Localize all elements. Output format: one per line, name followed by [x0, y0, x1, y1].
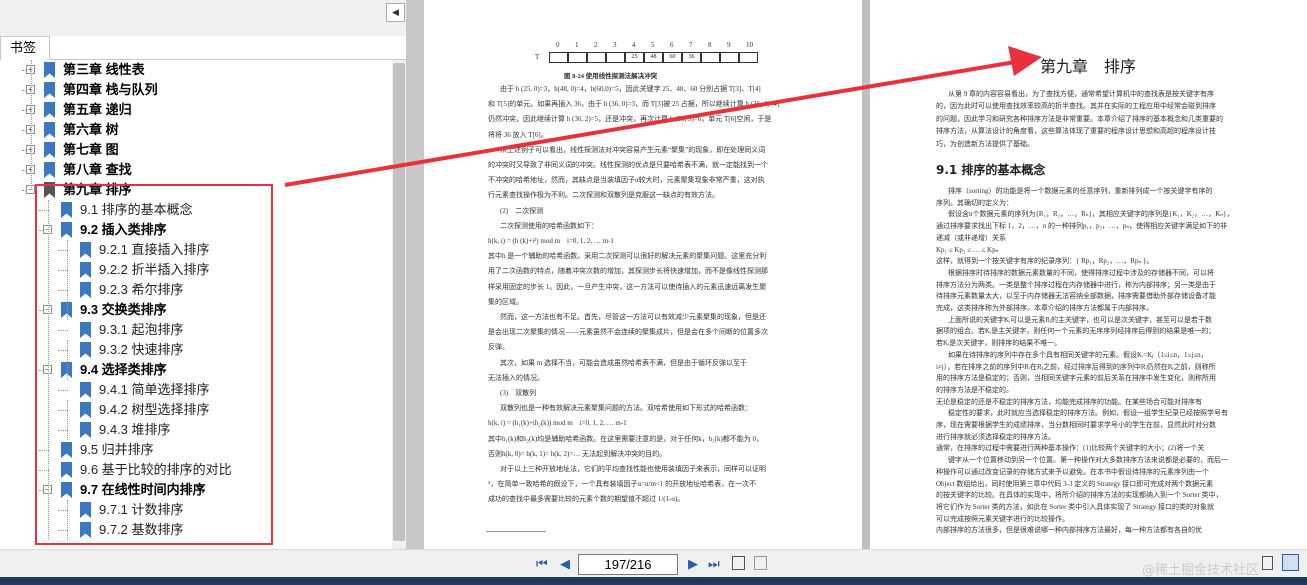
two-page-view-icon[interactable] [1262, 556, 1273, 570]
last-page-icon[interactable]: ⏭ [708, 556, 720, 572]
page-number-input[interactable]: 197/216 [578, 554, 678, 575]
next-page-icon[interactable]: ▶ [688, 556, 698, 572]
continuous-view-icon[interactable] [1282, 554, 1299, 571]
previous-page-icon[interactable]: ◀ [560, 556, 570, 572]
watermark-text: @稀土掘金技术社区 [1141, 563, 1259, 578]
fit-page-icon[interactable] [754, 556, 767, 570]
navigation-bar: ⏮ ◀ 197/216 ▶ ⏭ @稀土掘金技术社区 [0, 549, 1307, 578]
os-taskbar [0, 577, 1307, 585]
pdf-reader-window: ◀ 书签 + 第三章 线性表 + 第四章 栈与队列 + 第五章 递归 + 第六章 树 + 第七章 … [0, 0, 1307, 585]
single-page-view-icon[interactable] [732, 556, 745, 570]
first-page-icon[interactable]: ⏮ [536, 556, 548, 572]
annotation-arrow [284, 46, 1042, 187]
